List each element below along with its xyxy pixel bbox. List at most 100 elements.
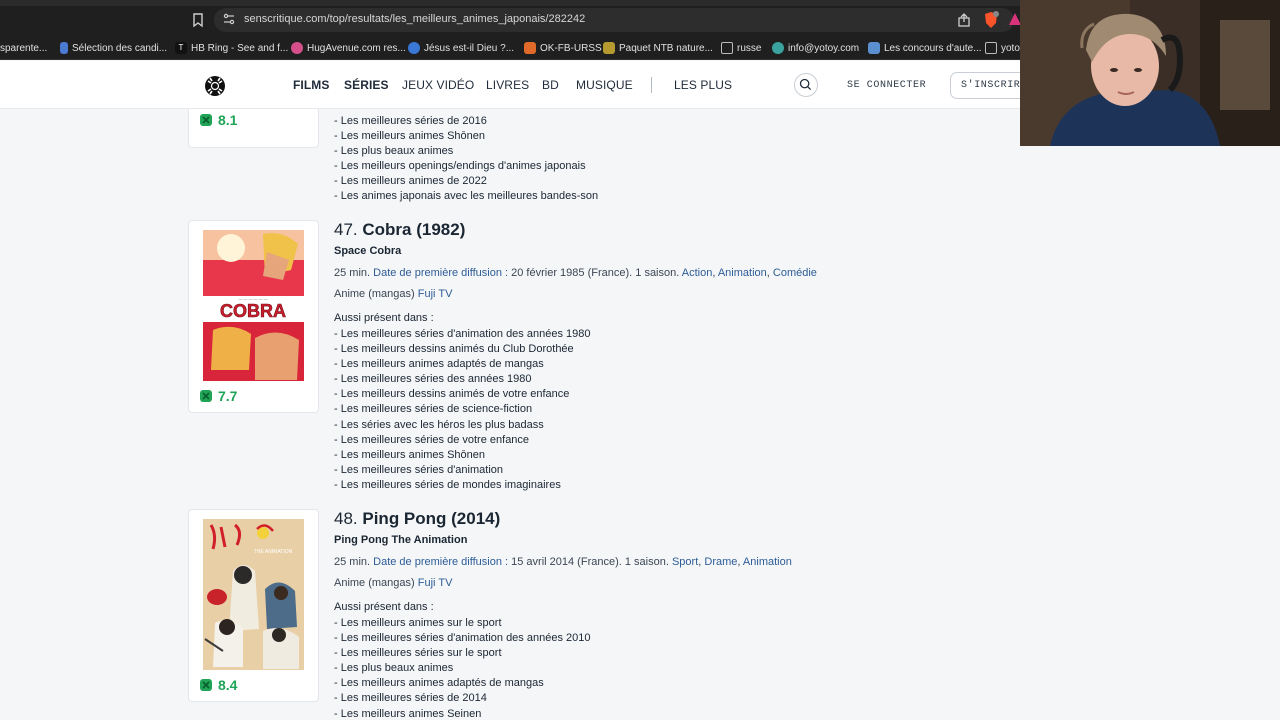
aussi-label: Aussi présent dans : [334,601,434,613]
nav-livres[interactable]: LIVRES [486,78,529,92]
bookmark-item[interactable]: Paquet NTB nature... [603,40,713,56]
poster-image[interactable]: THE ANIMATION [203,519,304,670]
list-item[interactable]: - Les meilleures séries de 2016 [334,114,598,129]
genre-link[interactable]: Animation [718,267,767,279]
nav-series[interactable]: SÉRIES [344,78,389,92]
list-item[interactable]: - Les meilleurs dessins animés de votre … [334,387,590,402]
list-item[interactable]: - Les meilleurs animes Seinen [334,707,590,720]
list-item[interactable]: - Les meilleurs dessins animés du Club D… [334,342,590,357]
list-item[interactable]: - Les meilleurs animes Shōnen [334,448,590,463]
genre-link[interactable]: Animation [743,556,792,568]
aussi-label: Aussi présent dans : [334,312,434,324]
list-item[interactable]: - Les meilleures séries de 2014 [334,691,590,706]
share-icon[interactable] [956,12,972,28]
favicon-icon [772,42,784,54]
poster-title: COBRA [220,301,286,321]
rating-badge: 8.4 [199,677,237,693]
bookmark-item[interactable]: Sélection des candi... [60,40,167,56]
list-item[interactable]: - Les meilleures séries sur le sport [334,646,590,661]
bookmark-label: Les concours d'aute... [884,42,982,54]
bookmark-item[interactable]: russe [721,40,761,56]
bookmark-label: Paquet NTB nature... [619,42,713,54]
bookmark-label: Jésus est-il Dieu ?... [424,42,515,54]
nav-les-plus[interactable]: LES PLUS [674,78,732,92]
favicon-icon [60,42,68,54]
list-item[interactable]: - Les meilleures séries des années 1980 [334,372,590,387]
channel-link[interactable]: Fuji TV [418,288,453,300]
entry-title-text: Ping Pong (2014) [362,509,501,528]
list-item[interactable]: - Les meilleures séries de mondes imagin… [334,478,590,493]
bookmark-item[interactable]: T HB Ring - See and f... [175,40,288,56]
nav-jeux-video[interactable]: JEUX VIDÉO [402,78,474,92]
rating-icon [200,679,212,691]
origin-label: Anime (mangas) [334,577,415,589]
url-text[interactable]: senscritique.com/top/resultats/les_meill… [244,13,585,25]
entry-origin: Anime (mangas) Fuji TV [334,288,452,300]
origin-label: Anime (mangas) [334,288,415,300]
bookmark-item[interactable]: yoto [985,40,1020,56]
bookmark-label: yoto [1001,42,1020,54]
list-item[interactable]: - Les meilleures séries de science-ficti… [334,402,590,417]
login-link[interactable]: SE CONNECTER [847,80,926,91]
favicon-icon: T [175,42,187,54]
search-button[interactable] [794,73,818,97]
genre-link[interactable]: Drame [704,556,737,568]
list-item[interactable]: - Les meilleures séries d'animation [334,463,590,478]
list-item[interactable]: - Les meilleures séries d'animation des … [334,631,590,646]
list-item[interactable]: - Les plus beaux animes [334,144,598,159]
entry-card[interactable]: 8.1 [188,109,319,148]
favicon-icon [603,42,615,54]
first-air-value: 20 février 1985 (France). [511,267,633,279]
channel-link[interactable]: Fuji TV [418,577,453,589]
list-item[interactable]: - Les meilleurs animes adaptés de mangas [334,357,590,372]
senscritique-logo-icon[interactable] [204,75,226,97]
bookmark-label: russe [737,42,762,54]
brave-shield-icon[interactable] [983,11,999,29]
rating-badge: 8.1 [199,112,237,128]
genre-link[interactable]: Comédie [773,267,817,279]
nav-films[interactable]: FILMS [293,78,330,92]
bookmark-item[interactable]: Jésus est-il Dieu ?... [408,40,514,56]
lists-present-in: - Les meilleures séries de 2016 - Les me… [334,114,598,205]
bookmark-item[interactable]: HugAvenue.com res... [291,40,406,56]
bookmark-label: info@yotoy.com [788,42,860,54]
entry-card[interactable]: THE ANIMATION 8.4 [188,509,319,702]
duration: 25 min. [334,267,371,279]
nav-musique[interactable]: MUSIQUE [576,78,633,92]
bookmark-item[interactable]: sparente... [0,40,47,56]
genre-link[interactable]: Action [682,267,713,279]
bookmark-label: Sélection des candi... [72,42,168,54]
poster-image[interactable]: COBRA — — — — — — [203,230,304,381]
webcam-person-image [1020,0,1280,146]
bookmark-item[interactable]: Les concours d'aute... [868,40,982,56]
list-item[interactable]: - Les meilleures séries de votre enfance [334,433,590,448]
genre-link[interactable]: Sport [672,556,698,568]
list-item[interactable]: - Les meilleurs animes sur le sport [334,616,590,631]
entry-title[interactable]: 47. Cobra (1982) [334,220,465,240]
list-item[interactable]: - Les meilleurs animes de 2022 [334,174,598,189]
nav-bd[interactable]: BD [542,78,559,92]
list-item[interactable]: - Les plus beaux animes [334,661,590,676]
duration: 25 min. [334,556,371,568]
favicon-icon [524,42,536,54]
entry-meta: 25 min. Date de première diffusion : 20 … [334,267,817,279]
first-air-value: 15 avril 2014 (France). [511,556,622,568]
list-item[interactable]: - Les meilleurs animes Shōnen [334,129,598,144]
entry-title[interactable]: 48. Ping Pong (2014) [334,509,500,529]
list-item[interactable]: - Les séries avec les héros les plus bad… [334,418,590,433]
bookmark-label: OK-FB-URSS [540,42,602,54]
bookmark-label: HB Ring - See and f... [191,42,289,54]
bookmark-item[interactable]: OK-FB-URSS [524,40,602,56]
list-item[interactable]: - Les meilleures séries d'animation des … [334,327,590,342]
list-item[interactable]: - Les meilleurs openings/endings d'anime… [334,159,598,174]
entry-card[interactable]: COBRA — — — — — — 7.7 [188,220,319,413]
rating-value: 8.1 [218,112,238,128]
bookmark-label: sparente... [0,42,48,54]
site-settings-icon[interactable] [222,12,236,26]
list-item[interactable]: - Les meilleurs animes adaptés de mangas [334,676,590,691]
list-item[interactable]: - Les animes japonais avec les meilleure… [334,189,598,204]
first-air-label: Date de première diffusion : [373,267,509,279]
ranking-list: 8.1 - Les meilleures séries de 2016 - Le… [0,109,1280,720]
bookmark-item[interactable]: info@yotoy.com [772,40,859,56]
bookmark-icon[interactable] [191,12,205,28]
